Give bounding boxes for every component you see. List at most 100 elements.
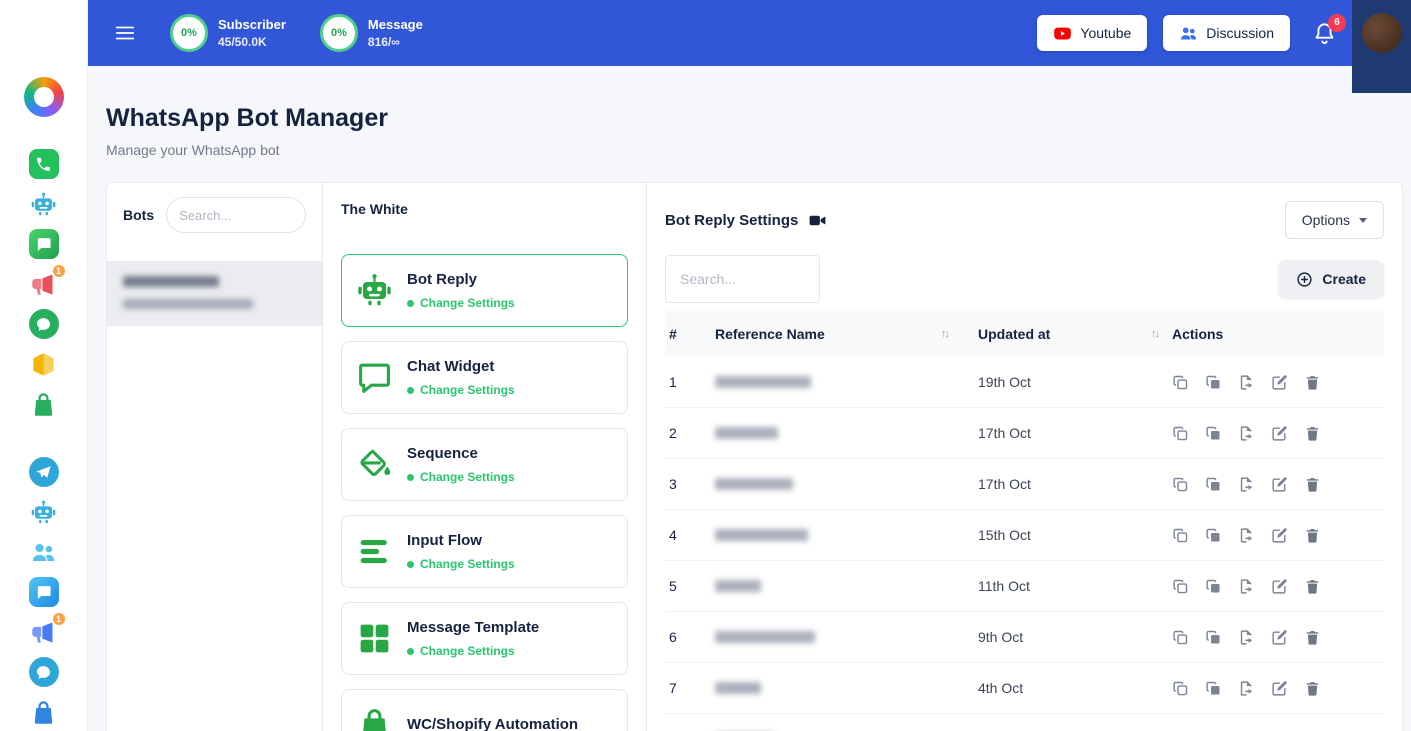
copy-button[interactable] bbox=[1205, 680, 1222, 697]
bot-list-item-selected[interactable] bbox=[107, 261, 322, 326]
change-settings-link[interactable]: Change Settings bbox=[407, 383, 515, 397]
delete-button[interactable] bbox=[1304, 680, 1321, 697]
sort-icon[interactable]: ↑↓ bbox=[941, 328, 948, 340]
whatsapp-catalog-icon[interactable] bbox=[29, 349, 59, 379]
edit-button[interactable] bbox=[1271, 374, 1288, 391]
user-avatar[interactable] bbox=[1362, 13, 1402, 53]
delete-button[interactable] bbox=[1304, 425, 1321, 442]
platform-sidebar: 1 1 bbox=[0, 0, 88, 731]
setting-label: WC/Shopify Automation bbox=[407, 716, 578, 731]
export-icon bbox=[1238, 476, 1255, 493]
delete-button[interactable] bbox=[1304, 629, 1321, 646]
options-button[interactable]: Options bbox=[1285, 201, 1384, 239]
export-icon bbox=[1238, 578, 1255, 595]
discussion-button[interactable]: Discussion bbox=[1163, 15, 1290, 51]
col-updated-at-header[interactable]: Updated at ↑↓ bbox=[962, 326, 1172, 342]
telegram-icon[interactable] bbox=[29, 457, 59, 487]
export-button[interactable] bbox=[1238, 578, 1255, 595]
copy-button[interactable] bbox=[1205, 527, 1222, 544]
whatsapp-icon[interactable] bbox=[29, 149, 59, 179]
change-settings-link[interactable]: Change Settings bbox=[407, 470, 515, 484]
duplicate-button[interactable] bbox=[1172, 578, 1189, 595]
duplicate-button[interactable] bbox=[1172, 374, 1189, 391]
edit-button[interactable] bbox=[1271, 629, 1288, 646]
change-settings-link[interactable]: Change Settings bbox=[407, 296, 515, 310]
reply-search-input[interactable] bbox=[665, 255, 820, 303]
notifications-button[interactable]: 6 bbox=[1312, 21, 1337, 46]
copy-button[interactable] bbox=[1205, 374, 1222, 391]
telegram-shop-icon[interactable] bbox=[29, 697, 59, 727]
copy-button[interactable] bbox=[1205, 476, 1222, 493]
bot-settings-panel: The White Bot Reply Change Settings Chat… bbox=[323, 183, 647, 731]
menu-toggle-icon[interactable] bbox=[114, 22, 136, 44]
edit-button[interactable] bbox=[1271, 680, 1288, 697]
row-number: 3 bbox=[669, 476, 715, 492]
duplicate-button[interactable] bbox=[1172, 425, 1189, 442]
setting-card-wc-shopify-automation[interactable]: WC/Shopify Automation bbox=[341, 689, 628, 731]
delete-button[interactable] bbox=[1304, 374, 1321, 391]
whatsapp-shop-icon[interactable] bbox=[29, 389, 59, 419]
edit-button[interactable] bbox=[1271, 425, 1288, 442]
duplicate-icon bbox=[1172, 578, 1189, 595]
whatsapp-livechat-icon[interactable] bbox=[29, 309, 59, 339]
export-button[interactable] bbox=[1238, 527, 1255, 544]
duplicate-button[interactable] bbox=[1172, 680, 1189, 697]
export-button[interactable] bbox=[1238, 374, 1255, 391]
setting-card-sequence[interactable]: Sequence Change Settings bbox=[341, 428, 628, 501]
edit-button[interactable] bbox=[1271, 527, 1288, 544]
table-header: # Reference Name ↑↓ Updated at ↑↓ Action… bbox=[665, 311, 1384, 357]
telegram-group-icon[interactable] bbox=[29, 537, 59, 567]
setting-label: Input Flow bbox=[407, 532, 515, 549]
delete-button[interactable] bbox=[1304, 476, 1321, 493]
message-value: 816/∞ bbox=[368, 35, 423, 49]
copy-button[interactable] bbox=[1205, 578, 1222, 595]
export-icon bbox=[1238, 374, 1255, 391]
table-row: 8 bbox=[665, 714, 1384, 731]
whatsapp-bot-icon[interactable] bbox=[29, 189, 59, 219]
delete-button[interactable] bbox=[1304, 527, 1321, 544]
plus-icon bbox=[1296, 271, 1313, 288]
row-number: 1 bbox=[669, 374, 715, 390]
edit-icon bbox=[1271, 527, 1288, 544]
copy-icon bbox=[1205, 629, 1222, 646]
export-icon bbox=[1238, 629, 1255, 646]
bots-search-input[interactable] bbox=[166, 197, 306, 233]
telegram-broadcast-icon[interactable]: 1 bbox=[29, 617, 59, 647]
telegram-chat-icon[interactable] bbox=[29, 577, 59, 607]
telegram-livechat-icon[interactable] bbox=[29, 657, 59, 687]
copy-button[interactable] bbox=[1205, 629, 1222, 646]
updated-at: 19th Oct bbox=[962, 374, 1172, 390]
edit-button[interactable] bbox=[1271, 476, 1288, 493]
duplicate-button[interactable] bbox=[1172, 527, 1189, 544]
table-body: 1 19th Oct 2 17th Oct 3 17th Oct bbox=[665, 357, 1384, 731]
export-button[interactable] bbox=[1238, 680, 1255, 697]
create-button[interactable]: Create bbox=[1278, 260, 1384, 298]
duplicate-button[interactable] bbox=[1172, 629, 1189, 646]
setting-card-input-flow[interactable]: Input Flow Change Settings bbox=[341, 515, 628, 588]
redacted-bot-subtitle bbox=[123, 299, 253, 309]
whatsapp-chat-icon[interactable] bbox=[29, 229, 59, 259]
export-icon bbox=[1238, 527, 1255, 544]
telegram-bot-icon[interactable] bbox=[29, 497, 59, 527]
selected-bot-name: The White bbox=[341, 201, 628, 217]
setting-card-bot-reply[interactable]: Bot Reply Change Settings bbox=[341, 254, 628, 327]
change-settings-link[interactable]: Change Settings bbox=[407, 557, 515, 571]
redacted-reference-name bbox=[715, 580, 761, 592]
whatsapp-broadcast-icon[interactable]: 1 bbox=[29, 269, 59, 299]
delete-button[interactable] bbox=[1304, 578, 1321, 595]
setting-card-message-template[interactable]: Message Template Change Settings bbox=[341, 602, 628, 675]
setting-card-chat-widget[interactable]: Chat Widget Change Settings bbox=[341, 341, 628, 414]
duplicate-button[interactable] bbox=[1172, 476, 1189, 493]
export-button[interactable] bbox=[1238, 629, 1255, 646]
youtube-button[interactable]: Youtube bbox=[1037, 15, 1147, 51]
youtube-icon bbox=[1053, 24, 1072, 43]
change-settings-link[interactable]: Change Settings bbox=[407, 644, 539, 658]
col-reference-name-header[interactable]: Reference Name ↑↓ bbox=[715, 326, 962, 342]
copy-button[interactable] bbox=[1205, 425, 1222, 442]
edit-button[interactable] bbox=[1271, 578, 1288, 595]
app-logo[interactable] bbox=[24, 77, 64, 117]
export-button[interactable] bbox=[1238, 476, 1255, 493]
video-tutorial-icon[interactable] bbox=[808, 211, 827, 230]
sort-icon[interactable]: ↑↓ bbox=[1151, 328, 1158, 340]
export-button[interactable] bbox=[1238, 425, 1255, 442]
